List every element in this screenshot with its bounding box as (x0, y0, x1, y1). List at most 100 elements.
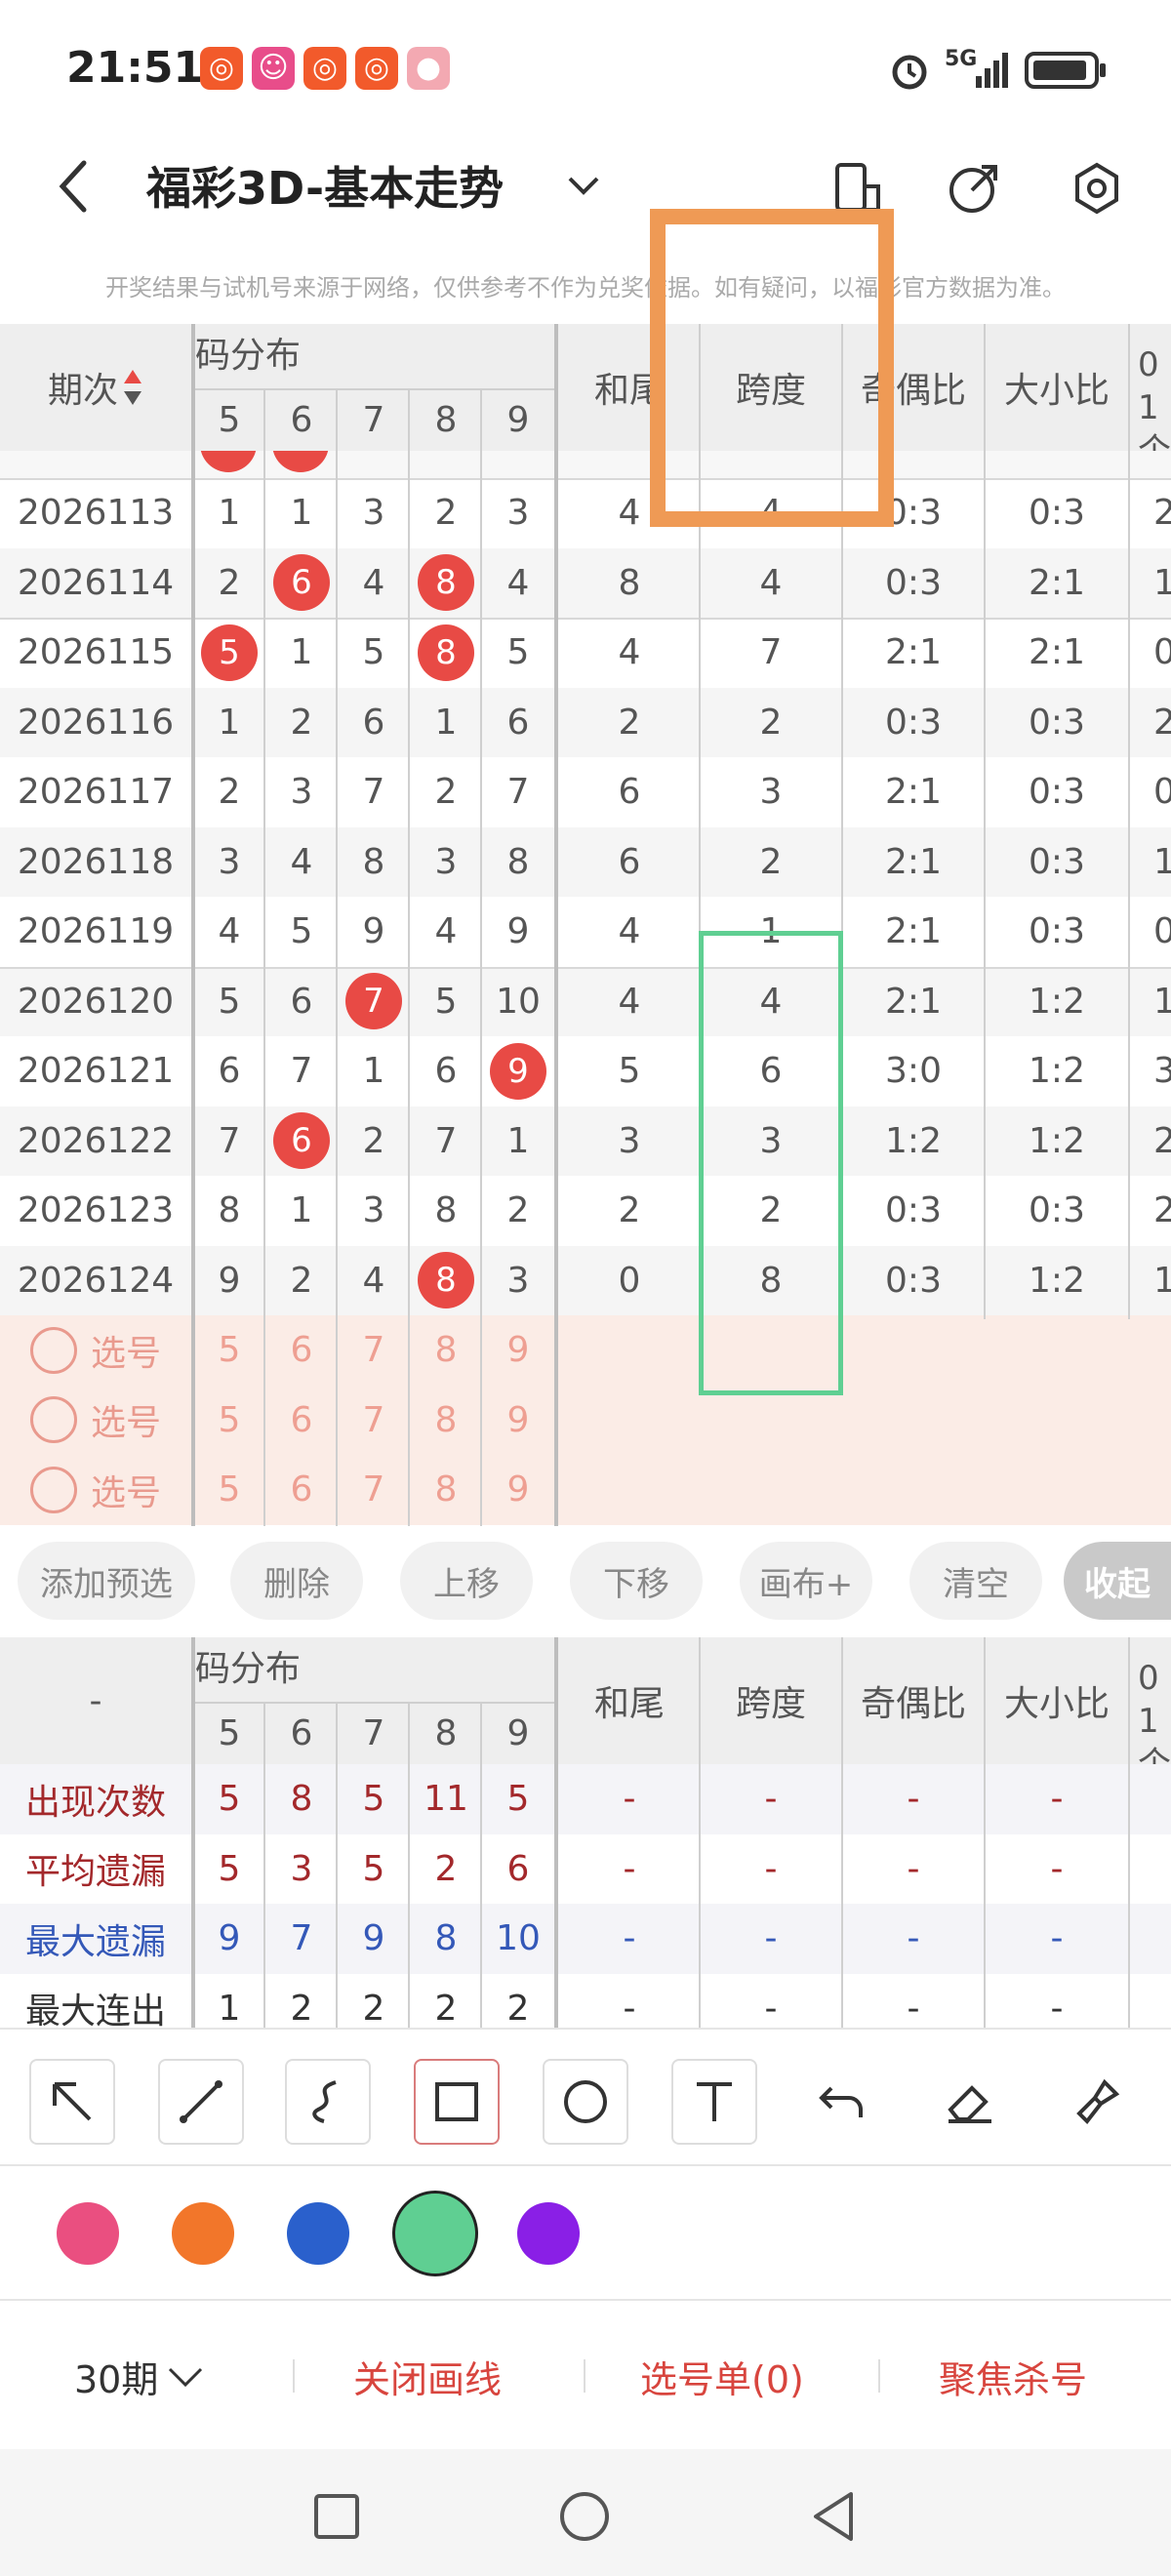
row-divider (0, 478, 1171, 480)
stats-value: 5 (362, 1779, 385, 1820)
digit-cell: 4 (362, 1260, 385, 1301)
line-tool-button[interactable] (158, 2059, 244, 2145)
close-lines-button[interactable]: 关闭画线 (353, 2342, 502, 2410)
table-row: 2026120 5 6 7 5 10 4 4 2:1 1:2 1 (0, 966, 1171, 1036)
pick-digit[interactable]: 6 (265, 1455, 338, 1525)
battery-icon (1025, 52, 1106, 89)
action-button[interactable]: 上移 (400, 1542, 533, 1620)
extra-cell: 0 (1153, 632, 1171, 673)
pick-digit[interactable]: 5 (193, 1386, 265, 1456)
digit-cell: 2 (218, 562, 241, 603)
arrow-tool-button[interactable] (29, 2059, 115, 2145)
pick-digit[interactable]: 7 (338, 1455, 410, 1525)
pick-digit[interactable]: 7 (338, 1386, 410, 1456)
back-arrow-icon[interactable] (49, 157, 98, 216)
phone-mode-icon[interactable] (831, 161, 886, 216)
undo-button[interactable] (800, 2059, 886, 2145)
recent-apps-icon[interactable] (312, 2492, 361, 2541)
trend-table: 期次 码分布 56789 和尾 跨度 奇偶比 大小比 01个 202611311… (0, 324, 1171, 1526)
drawn-rectangle-green[interactable] (699, 931, 843, 1395)
action-button[interactable]: 清空 (909, 1542, 1042, 1620)
eraser-button[interactable] (927, 2059, 1013, 2145)
column-divider (480, 1702, 482, 2028)
color-swatch[interactable] (517, 2202, 580, 2265)
extra-cell: 2 (1153, 1190, 1171, 1231)
period-selector[interactable]: 30期 (74, 2342, 205, 2410)
share-icon[interactable] (947, 161, 1001, 216)
circle-tool-button[interactable] (543, 2059, 628, 2145)
focus-kill-button[interactable]: 聚焦杀号 (939, 2342, 1087, 2410)
stats-table: - 码分布 56789 和尾 跨度 奇偶比 大小比 01个 出现次数585115… (0, 1637, 1171, 2028)
digit-cell: 7 (290, 1051, 313, 1092)
action-button[interactable]: 收起 (1064, 1542, 1171, 1620)
digit-cell: 5 (434, 981, 458, 1022)
pick-digit[interactable]: 8 (410, 1386, 482, 1456)
digit-cell: 2 (506, 1190, 530, 1231)
stats-value: 5 (506, 1779, 530, 1820)
pick-digit[interactable]: 8 (410, 1315, 482, 1386)
digit-cell: 4 (218, 911, 241, 952)
col-period-header[interactable]: 期次 (0, 324, 191, 451)
text-tool-button[interactable] (671, 2059, 757, 2145)
action-button[interactable]: 画布+ (740, 1542, 872, 1620)
column-divider (699, 1637, 701, 2028)
chevron-down-icon[interactable] (564, 169, 603, 204)
color-swatch[interactable] (172, 2202, 234, 2265)
digit-cell: 3 (506, 493, 530, 534)
table-row: 2026114 2 6 4 8 4 8 4 0:3 2:1 1 (0, 547, 1171, 619)
digit-cell: 7 (506, 772, 530, 813)
pick-digit[interactable]: 6 (265, 1315, 338, 1386)
back-nav-icon[interactable] (808, 2490, 861, 2543)
settings-gear-icon[interactable] (1070, 161, 1124, 216)
pick-digit[interactable]: 5 (193, 1315, 265, 1386)
table-row: 2026118 3 4 8 3 8 6 2 2:1 0:3 1 (0, 826, 1171, 897)
pick-list-button[interactable]: 选号单(0) (640, 2342, 804, 2410)
signal-icon (976, 53, 1008, 88)
pick-checkbox[interactable]: 选号 (0, 1455, 191, 1525)
digit-cell: 3 (362, 1190, 385, 1231)
action-button[interactable]: 添加预选 (18, 1542, 195, 1620)
daxiao-cell: 0:3 (1029, 493, 1085, 534)
pick-digit[interactable]: 6 (265, 1386, 338, 1456)
pick-label: 选号 (90, 1472, 161, 1513)
color-swatch[interactable] (287, 2202, 349, 2265)
color-swatch[interactable] (392, 2191, 478, 2276)
digit-cell: 4 (362, 562, 385, 603)
table-row: 2026124 9 2 4 8 3 0 8 0:3 1:2 1 (0, 1245, 1171, 1315)
color-swatch[interactable] (57, 2202, 119, 2265)
period-cell: 2026116 (17, 702, 175, 743)
column-divider (336, 388, 338, 1526)
rect-tool-button[interactable] (414, 2059, 500, 2145)
jiou-cell: 2:1 (885, 911, 942, 952)
column-divider (984, 324, 986, 1319)
digit-cell: 3 (506, 1260, 530, 1301)
drawn-rectangle-orange[interactable] (650, 209, 894, 527)
daxiao-cell: 1:2 (1029, 1260, 1085, 1301)
pick-digit[interactable]: 8 (410, 1455, 482, 1525)
extra-cell: 0 (1153, 772, 1171, 813)
pick-digit[interactable]: 9 (482, 1386, 554, 1456)
pick-checkbox[interactable]: 选号 (0, 1315, 191, 1386)
action-button[interactable]: 删除 (230, 1542, 363, 1620)
stats-dash: - (623, 1918, 636, 1959)
digit-ball: 8 (418, 1252, 474, 1309)
action-button[interactable]: 下移 (570, 1542, 703, 1620)
column-divider (191, 1637, 195, 2028)
pick-digit[interactable]: 5 (193, 1455, 265, 1525)
pick-digit[interactable]: 7 (338, 1315, 410, 1386)
digit-cell: 6 (290, 981, 313, 1022)
jiou-cell: 2:1 (885, 632, 942, 673)
pick-digit[interactable]: 9 (482, 1315, 554, 1386)
stats-label: 最大连出 (24, 1992, 166, 2028)
digit-cell: 8 (410, 548, 482, 619)
page-title[interactable]: 福彩3D-基本走势 (146, 153, 504, 218)
table-row: 2026119 4 5 9 4 9 4 1 2:1 0:3 0 (0, 897, 1171, 967)
freehand-tool-button[interactable] (285, 2059, 371, 2145)
table-row: 2026113 1 1 3 2 3 4 4 0:3 0:3 2 (0, 478, 1171, 548)
stats-col-daxiao: 大小比 (1003, 1684, 1110, 1724)
digit-cell: 1 (290, 1190, 313, 1231)
home-icon[interactable] (558, 2490, 611, 2543)
clear-brush-button[interactable] (1054, 2059, 1140, 2145)
pick-checkbox[interactable]: 选号 (0, 1386, 191, 1456)
pick-digit[interactable]: 9 (482, 1455, 554, 1525)
